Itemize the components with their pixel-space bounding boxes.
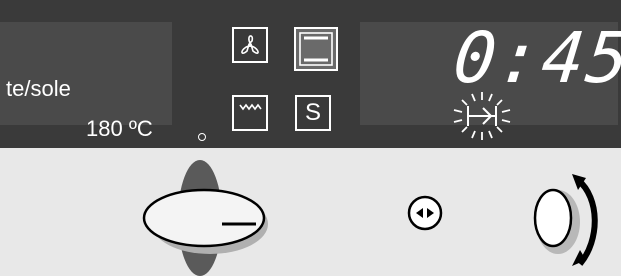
lower-panel [0, 148, 621, 276]
timer-readout: 0:45 [449, 17, 621, 99]
temperature-readout: 180 ºC [86, 116, 153, 141]
top-bottom-heat-button[interactable] [294, 27, 338, 71]
special-s-label: S [304, 99, 321, 126]
program-display: te/sole 180 ºC [0, 22, 172, 141]
grill-icon [239, 103, 262, 111]
grill-button[interactable] [232, 95, 268, 131]
end-time-blinking-icon [453, 92, 511, 140]
rotary-knob[interactable] [533, 174, 598, 266]
left-right-arrow-button[interactable] [407, 195, 443, 231]
fan-icon [241, 35, 259, 54]
special-s-button[interactable]: S [295, 95, 331, 131]
fan-button[interactable] [232, 27, 268, 63]
indicator-led [198, 133, 206, 141]
program-label: te/sole [6, 76, 71, 101]
top-bottom-heat-icon [299, 32, 333, 66]
selector-knob[interactable] [142, 160, 268, 276]
